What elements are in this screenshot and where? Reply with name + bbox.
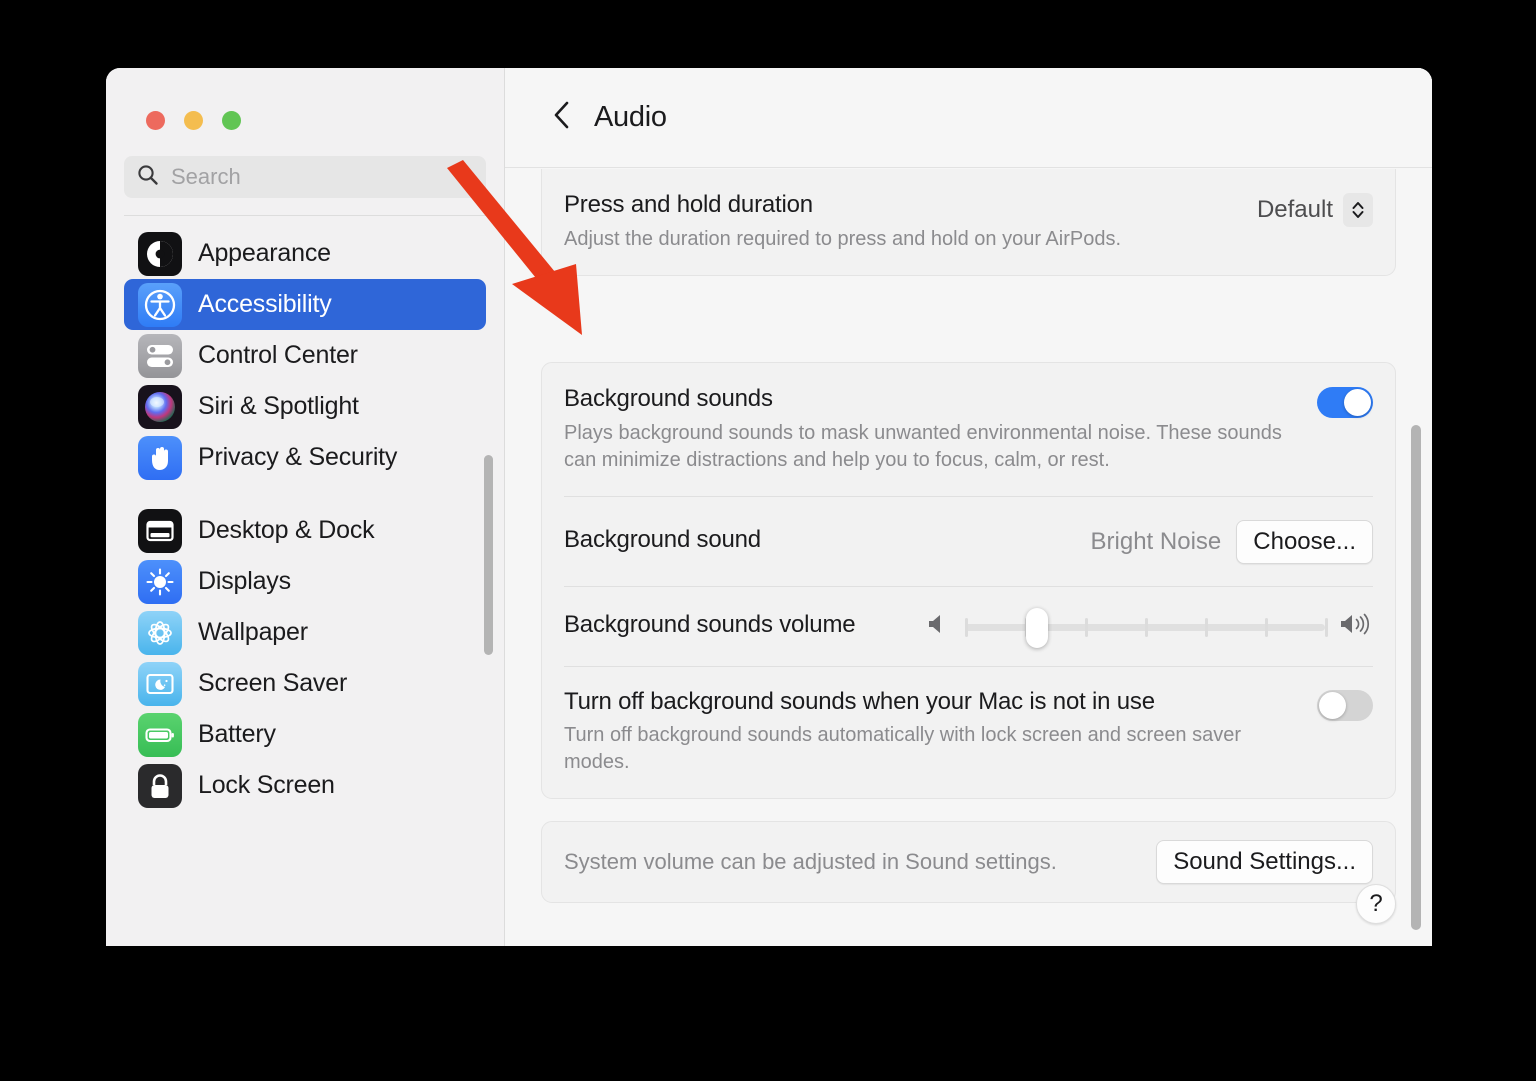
- chevron-up-down-icon: [1343, 193, 1373, 227]
- maximize-button[interactable]: [222, 111, 241, 130]
- accessibility-icon: [138, 283, 182, 327]
- turn-off-when-idle-subtitle: Turn off background sounds automatically…: [564, 722, 1294, 776]
- sidebar-item-label: Wallpaper: [198, 618, 308, 647]
- sidebar-item-battery[interactable]: Battery: [124, 709, 486, 760]
- search-input[interactable]: [171, 164, 473, 190]
- appearance-icon: [138, 232, 182, 276]
- toggle-knob: [1344, 389, 1371, 416]
- sidebar-item-label: Privacy & Security: [198, 443, 397, 472]
- press-and-hold-card: Press and hold duration Adjust the durat…: [541, 169, 1396, 276]
- speaker-high-icon: [1339, 611, 1373, 642]
- sidebar-item-label: Battery: [198, 720, 276, 749]
- background-sounds-volume-row: Background sounds volume: [542, 586, 1395, 666]
- sidebar: Appearance Accessibility: [106, 68, 505, 946]
- sidebar-item-control-center[interactable]: Control Center: [124, 330, 486, 381]
- background-sounds-toggle[interactable]: [1317, 387, 1373, 418]
- search-icon: [137, 164, 159, 191]
- sidebar-group-divider: [124, 483, 486, 505]
- press-and-hold-title: Press and hold duration: [564, 191, 1257, 220]
- screen-saver-icon: [138, 662, 182, 706]
- background-sounds-row: Background sounds Plays background sound…: [542, 363, 1395, 496]
- turn-off-when-idle-title: Turn off background sounds when your Mac…: [564, 688, 1317, 717]
- slider-thumb[interactable]: [1026, 608, 1048, 648]
- slider-tick: [1145, 618, 1148, 637]
- sidebar-item-privacy-security[interactable]: Privacy & Security: [124, 432, 486, 483]
- chevron-left-icon: [552, 99, 572, 136]
- sidebar-item-desktop-dock[interactable]: Desktop & Dock: [124, 505, 486, 556]
- sidebar-item-lock-screen[interactable]: Lock Screen: [124, 760, 486, 811]
- content-titlebar: Audio: [505, 68, 1432, 168]
- screen: Appearance Accessibility: [0, 0, 1536, 1081]
- minimize-button[interactable]: [184, 111, 203, 130]
- sidebar-item-appearance[interactable]: Appearance: [124, 228, 486, 279]
- speaker-low-icon: [925, 611, 951, 642]
- slider-tick: [1325, 618, 1328, 637]
- toggle-knob: [1319, 692, 1346, 719]
- siri-icon: [138, 385, 182, 429]
- sound-settings-button[interactable]: Sound Settings...: [1156, 840, 1373, 884]
- sidebar-item-siri-spotlight[interactable]: Siri & Spotlight: [124, 381, 486, 432]
- back-button[interactable]: [545, 98, 579, 138]
- background-sound-title: Background sound: [564, 526, 1091, 555]
- sound-settings-row: System volume can be adjusted in Sound s…: [542, 822, 1395, 902]
- sidebar-nav: Appearance Accessibility: [106, 216, 504, 811]
- press-and-hold-popup-button[interactable]: Default: [1257, 193, 1373, 227]
- displays-icon: [138, 560, 182, 604]
- sidebar-item-label: Displays: [198, 567, 291, 596]
- sidebar-item-label: Screen Saver: [198, 669, 347, 698]
- close-button[interactable]: [146, 111, 165, 130]
- press-and-hold-subtitle: Adjust the duration required to press an…: [564, 226, 1257, 253]
- choose-button[interactable]: Choose...: [1236, 520, 1373, 564]
- sidebar-item-label: Appearance: [198, 239, 331, 268]
- privacy-security-icon: [138, 436, 182, 480]
- search-box[interactable]: [124, 156, 486, 198]
- press-and-hold-row: Press and hold duration Adjust the durat…: [542, 169, 1395, 275]
- background-sounds-card: Background sounds Plays background sound…: [541, 362, 1396, 800]
- sound-settings-note: System volume can be adjusted in Sound s…: [564, 849, 1057, 875]
- desktop-dock-icon: [138, 509, 182, 553]
- page-title: Audio: [594, 101, 667, 134]
- sidebar-item-screen-saver[interactable]: Screen Saver: [124, 658, 486, 709]
- sidebar-item-label: Desktop & Dock: [198, 516, 374, 545]
- press-and-hold-popup-value: Default: [1257, 196, 1333, 224]
- background-sound-row: Background sound Bright Noise Choose...: [542, 496, 1395, 586]
- system-settings-window: Appearance Accessibility: [106, 68, 1432, 946]
- settings-scroll-area[interactable]: Press and hold duration Adjust the durat…: [505, 169, 1432, 946]
- question-mark-icon: ?: [1369, 890, 1382, 918]
- lock-screen-icon: [138, 764, 182, 808]
- wallpaper-icon: [138, 611, 182, 655]
- volume-slider-group: [925, 610, 1373, 644]
- search-container: [106, 130, 504, 216]
- sidebar-scrollbar[interactable]: [484, 455, 493, 655]
- content-scrollbar[interactable]: [1411, 425, 1421, 930]
- sidebar-item-label: Siri & Spotlight: [198, 392, 359, 421]
- turn-off-when-idle-row: Turn off background sounds when your Mac…: [542, 666, 1395, 799]
- slider-tick: [1085, 618, 1088, 637]
- sidebar-item-label: Accessibility: [198, 290, 332, 319]
- background-sound-value: Bright Noise: [1091, 528, 1222, 556]
- sound-settings-card: System volume can be adjusted in Sound s…: [541, 821, 1396, 903]
- sidebar-item-label: Control Center: [198, 341, 358, 370]
- slider-tick: [1205, 618, 1208, 637]
- sidebar-item-displays[interactable]: Displays: [124, 556, 486, 607]
- control-center-icon: [138, 334, 182, 378]
- battery-icon: [138, 713, 182, 757]
- background-sounds-title: Background sounds: [564, 385, 1317, 414]
- sidebar-item-wallpaper[interactable]: Wallpaper: [124, 607, 486, 658]
- window-controls: [106, 68, 504, 130]
- help-button[interactable]: ?: [1356, 884, 1396, 924]
- turn-off-when-idle-toggle[interactable]: [1317, 690, 1373, 721]
- content-pane: Audio Press and hold duration Adjust the…: [505, 68, 1432, 946]
- background-sounds-subtitle: Plays background sounds to mask unwanted…: [564, 420, 1294, 474]
- background-sounds-volume-title: Background sounds volume: [564, 611, 925, 640]
- slider-tick: [1265, 618, 1268, 637]
- volume-slider[interactable]: [965, 610, 1325, 644]
- sidebar-item-label: Lock Screen: [198, 771, 335, 800]
- sidebar-item-accessibility[interactable]: Accessibility: [124, 279, 486, 330]
- slider-tick: [965, 618, 968, 637]
